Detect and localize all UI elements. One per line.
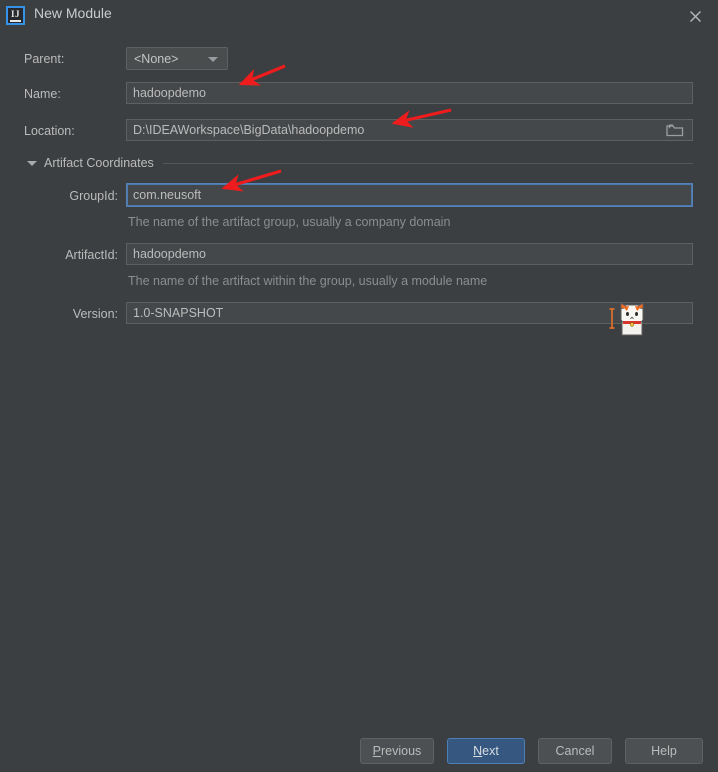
location-input[interactable]: D:\IDEAWorkspace\BigData\hadoopdemo — [126, 119, 693, 141]
artifact-id-input[interactable]: hadoopdemo — [126, 243, 693, 265]
artifact-coordinates-section-header[interactable]: Artifact Coordinates — [27, 155, 693, 171]
version-input-value: 1.0-SNAPSHOT — [133, 306, 224, 320]
location-label: Location: — [24, 124, 75, 138]
parent-label: Parent: — [24, 52, 65, 66]
next-button-label: Next — [473, 744, 499, 758]
version-label: Version: — [72, 307, 118, 321]
previous-button-label: Previous — [372, 744, 422, 758]
cancel-button[interactable]: Cancel — [538, 738, 612, 764]
page-title: New Module — [34, 5, 112, 21]
name-label: Name: — [24, 87, 61, 101]
close-icon — [689, 10, 701, 22]
app-icon-letters: IJ — [10, 8, 20, 19]
app-icon-bar — [10, 19, 21, 22]
help-button-label: Help — [651, 744, 677, 758]
close-button[interactable] — [680, 4, 710, 28]
triangle-down-icon — [27, 160, 37, 166]
cancel-button-label: Cancel — [555, 744, 595, 758]
group-id-input-value: com.neusoft — [133, 188, 202, 202]
parent-dropdown[interactable]: <None> — [126, 47, 228, 70]
previous-button[interactable]: Previous — [360, 738, 434, 764]
next-button[interactable]: Next — [447, 738, 525, 764]
folder-icon[interactable] — [666, 123, 688, 139]
annotation-overlay — [221, 64, 452, 192]
location-input-value: D:\IDEAWorkspace\BigData\hadoopdemo — [133, 123, 365, 137]
artifact-id-label: ArtifactId: — [65, 248, 118, 262]
intellij-idea-icon: IJ — [6, 6, 25, 25]
artifact-id-helper-text: The name of the artifact within the grou… — [128, 274, 488, 288]
dialog-title-bar: IJ New Module — [0, 0, 718, 30]
section-divider — [162, 162, 693, 164]
artifact-coordinates-label: Artifact Coordinates — [44, 156, 154, 170]
chevron-down-icon — [208, 57, 218, 62]
group-id-label: GroupId: — [69, 189, 118, 203]
artifact-id-input-value: hadoopdemo — [133, 247, 206, 261]
name-input-value: hadoopdemo — [133, 86, 206, 100]
version-input[interactable]: 1.0-SNAPSHOT — [126, 302, 693, 324]
parent-dropdown-value: <None> — [134, 51, 179, 66]
group-id-helper-text: The name of the artifact group, usually … — [128, 215, 451, 229]
name-input[interactable]: hadoopdemo — [126, 82, 693, 104]
group-id-input[interactable]: com.neusoft — [126, 183, 693, 207]
help-button[interactable]: Help — [625, 738, 703, 764]
folder-glyph — [666, 124, 684, 137]
